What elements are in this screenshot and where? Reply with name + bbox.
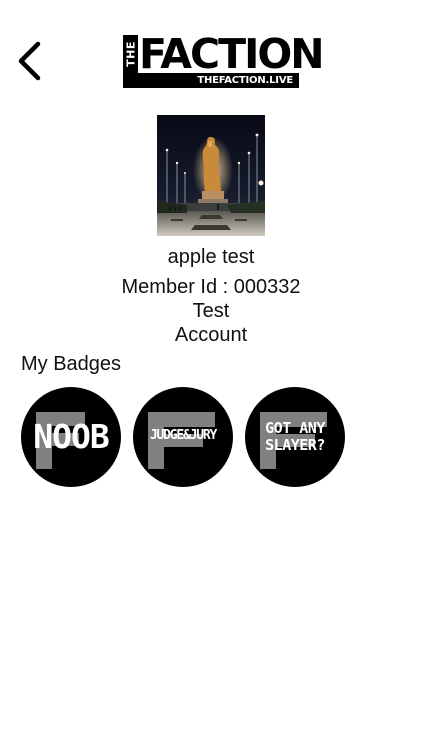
account-name-line1: Test — [192, 300, 230, 322]
logo-the-text: THE — [124, 41, 137, 67]
app-logo: THE FACTION THEFACTION.LIVE — [123, 33, 325, 88]
badge-label: GOT ANY SLAYER? — [245, 420, 345, 454]
logo-url: THEFACTION.LIVE — [123, 73, 299, 88]
member-id: Member Id : 000332 — [121, 276, 301, 298]
profile-photo — [157, 115, 265, 236]
badge-label: JUDGE&JURY — [149, 428, 217, 443]
badge-judge-jury[interactable]: JUDGE&JURY — [133, 387, 233, 487]
badge-label-line1: GOT ANY — [265, 419, 325, 437]
badge-label-line2: SLAYER? — [265, 436, 325, 454]
badge-label: NOOB — [33, 417, 109, 456]
badges-heading: My Badges — [21, 353, 122, 375]
logo-wordmark: FACTION — [139, 30, 325, 78]
back-button[interactable] — [12, 38, 52, 84]
logo-the-block: THE — [123, 35, 138, 73]
profile-name: apple test — [167, 246, 255, 268]
chevron-left-icon — [18, 41, 41, 81]
badge-noob[interactable]: NOOB — [21, 387, 121, 487]
account-name-line2: Account — [174, 324, 248, 346]
badge-got-any-slayer[interactable]: GOT ANY SLAYER? — [245, 387, 345, 487]
